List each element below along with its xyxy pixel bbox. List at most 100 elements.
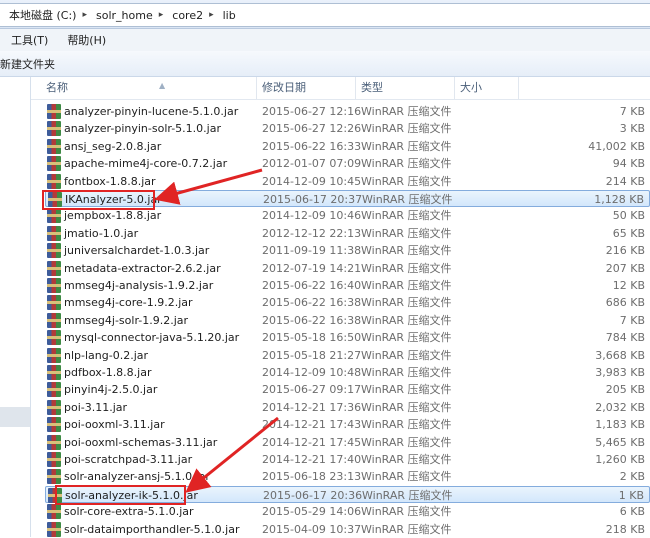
file-name: solr-analyzer-ik-5.1.0.jar (65, 488, 198, 502)
file-date: 2015-05-18 16:50 (262, 331, 362, 345)
file-date: 2015-06-22 16:38 (262, 296, 362, 310)
navigation-pane[interactable] (0, 77, 31, 537)
winrar-archive-icon (47, 278, 61, 293)
file-row[interactable]: analyzer-pinyin-solr-5.1.0.jar 2015-06-27… (45, 120, 650, 137)
crumb-solr-home[interactable]: solr_home (87, 9, 159, 22)
file-type: WinRAR 压缩文件 (361, 453, 452, 466)
file-row[interactable]: metadata-extractor-2.6.2.jar 2012-07-19 1… (45, 260, 650, 277)
file-row[interactable]: jempbox-1.8.8.jar 2014-12-09 10:46 WinRAR … (45, 207, 650, 224)
file-row[interactable]: solr-analyzer-ik-5.1.0.jar 2015-06-17 20:… (45, 485, 650, 503)
column-date-label: 修改日期 (262, 81, 306, 94)
file-row[interactable]: jmatio-1.0.jar 2012-12-12 22:13 WinRAR 压缩文… (45, 225, 650, 242)
menu-tools[interactable]: 工具(T) (0, 32, 56, 48)
file-row[interactable]: pinyin4j-2.5.0.jar 2015-06-27 09:17 WinRAR… (45, 381, 650, 398)
winrar-archive-icon (47, 382, 61, 398)
file-row[interactable]: poi-scratchpad-3.11.jar 2014-12-21 17:40 W… (45, 451, 650, 468)
file-name: IKAnalyzer-5.0.jar (65, 193, 162, 206)
column-header-name[interactable]: 名称 ▲ (41, 77, 257, 99)
file-size: 214 KB (605, 174, 645, 188)
breadcrumb[interactable]: 本地磁盘 (C:) ▸ solr_home ▸ core2 ▸ lib (0, 3, 650, 27)
file-row[interactable]: mmseg4j-analysis-1.9.2.jar 2015-06-22 16:… (45, 277, 650, 294)
file-date: 2012-12-12 22:13 (262, 226, 362, 240)
file-row[interactable]: mysql-connector-java-5.1.20.jar 2015-05-1… (45, 329, 650, 346)
file-type: WinRAR 压缩文件 (361, 174, 452, 188)
file-size: 3,668 KB (595, 348, 645, 362)
file-name: poi-ooxml-schemas-3.11.jar (64, 435, 218, 449)
file-size: 65 KB (612, 226, 645, 240)
file-size: 1,260 KB (595, 453, 645, 466)
new-folder-button[interactable]: 新建文件夹 (0, 56, 55, 72)
file-type: WinRAR 压缩文件 (361, 226, 452, 240)
file-row[interactable]: ansj_seg-2.0.8.jar 2015-06-22 16:33 WinRAR… (45, 138, 650, 155)
file-row[interactable]: analyzer-pinyin-lucene-5.1.0.jar 2015-06-… (45, 103, 650, 120)
file-type: WinRAR 压缩文件 (361, 470, 452, 484)
file-type: WinRAR 压缩文件 (361, 383, 452, 397)
file-size: 784 KB (605, 331, 645, 345)
file-name: poi-scratchpad-3.11.jar (64, 453, 193, 466)
file-row[interactable]: mmseg4j-solr-1.9.2.jar 2015-06-22 16:38 Wi… (45, 312, 650, 329)
file-row[interactable]: fontbox-1.8.8.jar 2014-12-09 10:45 WinRAR … (45, 173, 650, 190)
file-date: 2014-12-09 10:46 (262, 209, 362, 223)
file-date: 2014-12-21 17:45 (262, 435, 362, 449)
column-header-size[interactable]: 大小 (455, 77, 519, 99)
winrar-archive-icon (47, 208, 61, 224)
file-name: mmseg4j-core-1.9.2.jar (64, 296, 193, 310)
column-header-type[interactable]: 类型 (356, 77, 455, 99)
file-size: 207 KB (605, 261, 645, 275)
winrar-archive-icon (48, 487, 62, 503)
file-row[interactable]: juniversalchardet-1.0.3.jar 2011-09-19 11… (45, 242, 650, 259)
file-date: 2015-04-09 10:37 (262, 522, 362, 536)
file-size: 205 KB (605, 383, 645, 397)
file-row[interactable]: poi-ooxml-3.11.jar 2014-12-21 17:43 WinRAR… (45, 416, 650, 433)
file-row[interactable]: IKAnalyzer-5.0.jar 2015-06-17 20:37 WinRAR… (45, 190, 650, 207)
file-type: WinRAR 压缩文件 (362, 488, 453, 502)
file-row[interactable]: solr-core-extra-5.1.0.jar 2015-05-29 14:0… (45, 503, 650, 520)
crumb-core2[interactable]: core2 (163, 9, 209, 22)
file-name: pdfbox-1.8.8.jar (64, 366, 152, 379)
file-size: 5,465 KB (595, 435, 645, 449)
file-date: 2012-01-07 07:09 (262, 157, 362, 171)
file-row[interactable]: solr-dataimporthandler-5.1.0.jar 2015-04-… (45, 521, 650, 538)
file-type: WinRAR 压缩文件 (361, 435, 452, 449)
sort-up-icon: ▲ (159, 81, 166, 90)
file-date: 2015-05-18 21:27 (262, 348, 362, 362)
winrar-archive-icon (47, 330, 61, 346)
menu-bar: 工具(T) 帮助(H) (0, 29, 650, 52)
file-size: 7 KB (619, 313, 645, 327)
file-name: solr-dataimporthandler-5.1.0.jar (64, 522, 240, 536)
file-type: WinRAR 压缩文件 (361, 348, 452, 362)
file-row[interactable]: mmseg4j-core-1.9.2.jar 2015-06-22 16:38 Wi… (45, 294, 650, 311)
file-date: 2015-06-27 12:26 (262, 122, 362, 136)
file-name: jempbox-1.8.8.jar (64, 209, 162, 223)
winrar-archive-icon (47, 225, 61, 241)
file-size: 94 KB (612, 157, 645, 171)
file-size: 216 KB (605, 244, 645, 258)
file-type: WinRAR 压缩文件 (361, 157, 452, 171)
menu-help[interactable]: 帮助(H) (56, 32, 114, 48)
file-type: WinRAR 压缩文件 (361, 313, 452, 327)
file-row[interactable]: poi-ooxml-schemas-3.11.jar 2014-12-21 17:… (45, 434, 650, 451)
file-row[interactable]: poi-3.11.jar 2014-12-21 17:36 WinRAR 压缩文件 2… (45, 399, 650, 416)
file-name: analyzer-pinyin-solr-5.1.0.jar (64, 122, 221, 136)
column-header-date[interactable]: 修改日期 (257, 77, 356, 99)
file-row[interactable]: nlp-lang-0.2.jar 2015-05-18 21:27 WinRAR 压… (45, 347, 650, 364)
file-name: analyzer-pinyin-lucene-5.1.0.jar (64, 105, 239, 118)
file-type: WinRAR 压缩文件 (361, 400, 452, 414)
file-date: 2015-06-22 16:33 (262, 139, 362, 153)
file-type: WinRAR 压缩文件 (361, 522, 452, 536)
winrar-archive-icon (47, 434, 61, 450)
file-type: WinRAR 压缩文件 (361, 122, 452, 136)
nav-selected-item[interactable] (0, 407, 30, 427)
crumb-drive[interactable]: 本地磁盘 (C:) (0, 7, 82, 23)
file-row[interactable]: apache-mime4j-core-0.7.2.jar 2012-01-07 0… (45, 155, 650, 172)
file-row[interactable]: pdfbox-1.8.8.jar 2014-12-09 10:48 WinRAR 压… (45, 364, 650, 381)
column-name-label: 名称 (46, 81, 68, 94)
file-date: 2015-06-22 16:40 (262, 279, 362, 292)
file-name: solr-analyzer-ansj-5.1.0.jar (64, 470, 210, 484)
file-row[interactable]: solr-analyzer-ansj-5.1.0.jar 2015-06-18 2… (45, 468, 650, 485)
winrar-archive-icon (47, 312, 61, 328)
file-size: 1,128 KB (594, 193, 644, 206)
file-size: 218 KB (605, 522, 645, 536)
file-name: pinyin4j-2.5.0.jar (64, 383, 158, 397)
crumb-lib[interactable]: lib (214, 9, 242, 22)
